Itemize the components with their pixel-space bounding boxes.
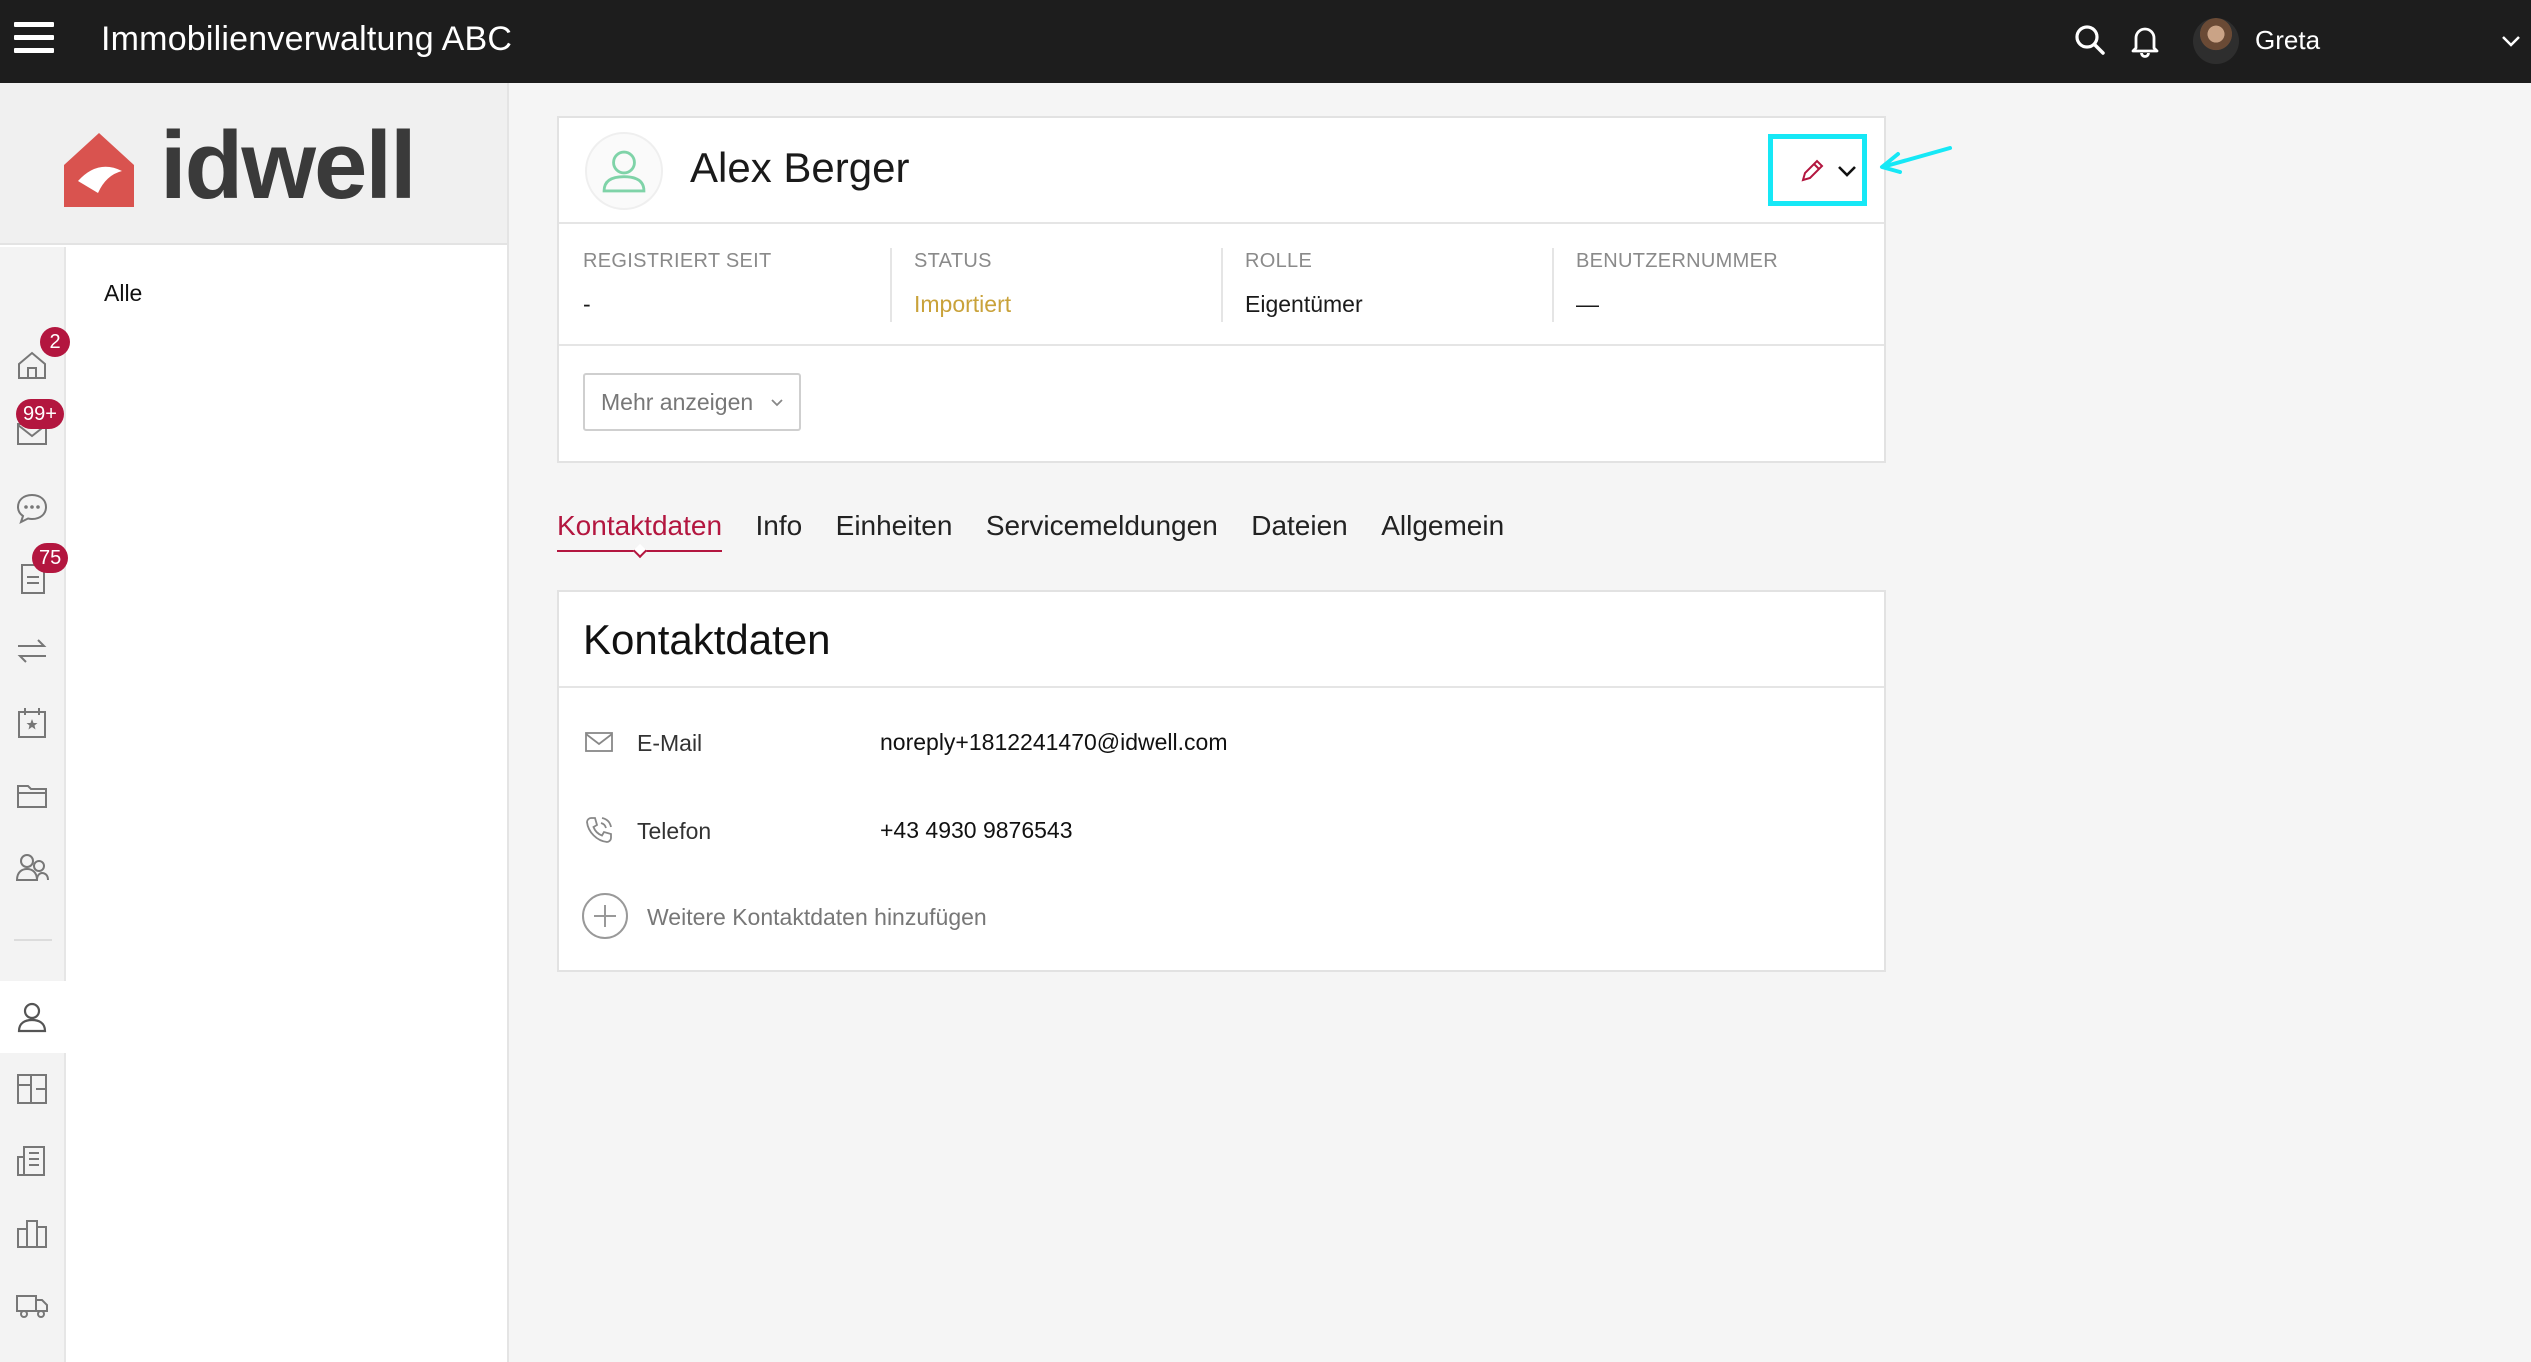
logo-text: idwell	[160, 112, 417, 219]
contact-header: Kontaktdaten	[559, 592, 1884, 688]
contact-card: Kontaktdaten E-Mail noreply+1812241470@i…	[557, 590, 1886, 972]
tab-bar: Kontaktdaten Info Einheiten Servicemeldu…	[557, 510, 1533, 560]
user-avatar[interactable]	[2193, 18, 2239, 64]
meta-value: -	[583, 291, 591, 317]
show-more-button[interactable]: Mehr anzeigen	[583, 373, 801, 431]
plus-circle-icon	[582, 893, 628, 939]
contact-label: Telefon	[637, 818, 712, 844]
chevron-down-icon[interactable]	[2498, 28, 2524, 54]
nav-groups[interactable]	[14, 849, 50, 885]
add-contact-label: Weitere Kontaktdaten hinzufügen	[647, 904, 987, 930]
mail-icon	[585, 732, 613, 752]
nav-suppliers[interactable]	[14, 1287, 50, 1323]
profile-card: Alex Berger REGISTRIERT SEIT - STATUS Im…	[557, 116, 1886, 463]
bell-icon[interactable]	[2125, 20, 2165, 60]
meta-registered: REGISTRIERT SEIT -	[583, 250, 883, 318]
logo-house-icon	[64, 133, 134, 207]
profile-header: Alex Berger	[559, 118, 1884, 224]
folder-icon	[17, 785, 47, 808]
meta-role: ROLLE Eigentümer	[1221, 248, 1545, 322]
tab-dateien[interactable]: Dateien	[1251, 510, 1348, 550]
contact-row-email: E-Mail noreply+1812241470@idwell.com	[583, 722, 1863, 762]
tasks-badge: 75	[32, 543, 69, 573]
person-icon	[17, 1002, 47, 1033]
edit-menu-button[interactable]	[1768, 134, 1867, 206]
home-badge: 2	[40, 327, 70, 357]
mail-badge: 99+	[16, 399, 64, 429]
nav-rail: 2 99+ 75	[0, 247, 70, 1362]
contact-row-phone: Telefon +43 4930 9876543	[583, 810, 1863, 850]
swap-icon	[17, 639, 47, 663]
person-icon	[602, 150, 646, 193]
floorplan-icon	[17, 1074, 47, 1104]
meta-value: Eigentümer	[1245, 291, 1363, 317]
menu-icon[interactable]	[14, 22, 54, 58]
meta-value: —	[1576, 291, 1599, 317]
contact-label: E-Mail	[637, 730, 703, 756]
city-icon	[17, 1220, 47, 1248]
tab-kontaktdaten[interactable]: Kontaktdaten	[557, 510, 723, 552]
logo-area: idwell	[0, 83, 507, 245]
nav-messages[interactable]	[14, 490, 50, 526]
nav-files[interactable]	[14, 777, 50, 813]
tab-einheiten[interactable]: Einheiten	[836, 510, 953, 550]
person-avatar	[585, 132, 663, 210]
meta-label: STATUS	[914, 250, 992, 272]
nav-properties[interactable]	[14, 1215, 50, 1251]
nav-calendar[interactable]	[14, 705, 50, 741]
meta-label: ROLLE	[1245, 250, 1313, 272]
email-value[interactable]: noreply+1812241470@idwell.com	[880, 729, 1228, 756]
profile-meta: REGISTRIERT SEIT - STATUS Importiert ROL…	[559, 226, 1884, 346]
top-bar: Immobilienverwaltung ABC Greta	[0, 0, 2531, 83]
rail-divider	[14, 939, 52, 941]
meta-label: REGISTRIERT SEIT	[583, 250, 772, 272]
meta-label: BENUTZERNUMMER	[1576, 250, 1778, 272]
left-panel: idwell 2 99+ 75 Alle	[0, 83, 509, 1362]
pencil-icon	[1801, 159, 1824, 182]
callout-arrow-icon	[1880, 146, 1952, 174]
building-icon	[17, 1146, 45, 1176]
chevron-down-icon	[771, 399, 783, 407]
nav-buildings[interactable]	[14, 1143, 50, 1179]
meta-user-number: BENUTZERNUMMER —	[1552, 248, 1876, 322]
phone-icon	[586, 817, 612, 843]
person-name: Alex Berger	[690, 144, 910, 191]
status-value: Importiert	[914, 291, 1012, 317]
people-group-icon	[15, 854, 49, 881]
chat-icon	[16, 493, 48, 524]
section-title: Kontaktdaten	[583, 616, 831, 663]
tab-info[interactable]: Info	[755, 510, 802, 550]
nav-transactions[interactable]	[14, 633, 50, 669]
filter-all[interactable]: Alle	[104, 280, 142, 307]
meta-status: STATUS Importiert	[890, 248, 1214, 322]
calendar-icon	[18, 708, 46, 738]
search-icon[interactable]	[2070, 20, 2110, 60]
chevron-down-icon	[1838, 166, 1856, 177]
tab-servicemeldungen[interactable]: Servicemeldungen	[986, 510, 1218, 550]
nav-units[interactable]	[14, 1071, 50, 1107]
phone-value[interactable]: +43 4930 9876543	[880, 817, 1073, 844]
truck-icon	[16, 1295, 48, 1318]
nav-persons[interactable]	[14, 999, 50, 1035]
tab-allgemein[interactable]: Allgemein	[1381, 510, 1504, 550]
show-more-label: Mehr anzeigen	[601, 388, 754, 415]
user-name[interactable]: Greta	[2255, 25, 2320, 56]
app-title: Immobilienverwaltung ABC	[101, 20, 513, 58]
